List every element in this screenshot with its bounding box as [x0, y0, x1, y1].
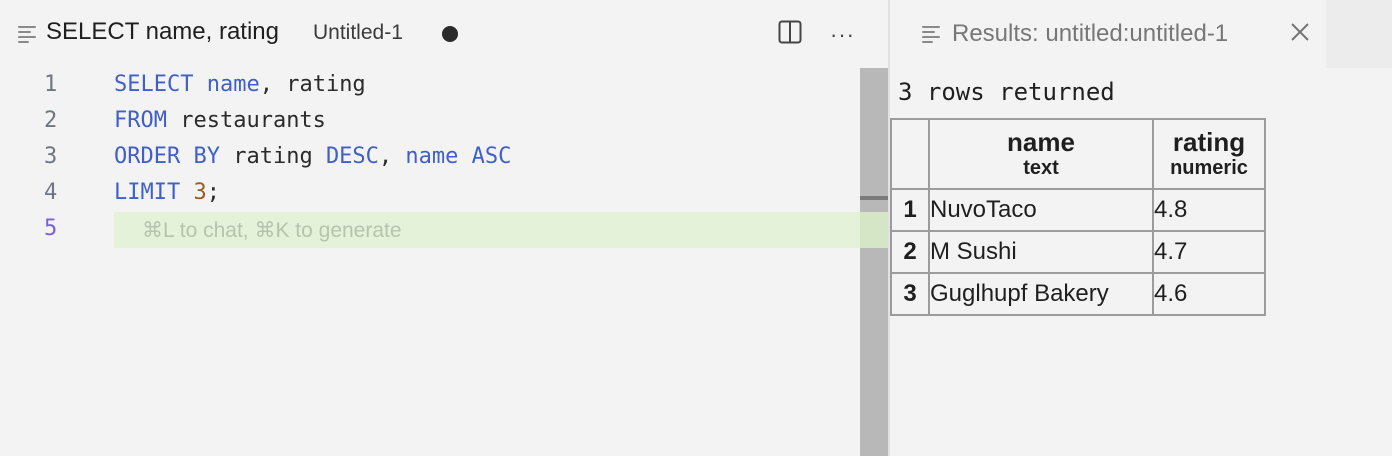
results-tab-bar-empty-area: [1326, 0, 1392, 68]
sql-keyword: SELECT: [114, 72, 194, 97]
tab-bar-empty-area: [478, 0, 888, 68]
line-number: 4: [44, 180, 58, 205]
line-number: 2: [44, 108, 58, 133]
editor-tab-title: SELECT name, rating: [46, 18, 280, 45]
table-header-row: name text rating numeric: [890, 118, 1266, 190]
row-index: 3: [890, 272, 930, 316]
code-line-3[interactable]: ORDER BY rating DESC, name ASC: [114, 144, 511, 169]
cell-rating[interactable]: 4.6: [1152, 272, 1266, 316]
code-text: restaurants: [166, 108, 326, 133]
results-tab[interactable]: Results: untitled:untitled-1: [890, 0, 1326, 68]
row-index: 1: [890, 188, 930, 232]
sql-identifier: name: [206, 72, 260, 97]
lines-icon: [922, 26, 940, 43]
code-text: ,: [378, 144, 406, 169]
column-header-name[interactable]: name text: [928, 118, 1154, 190]
table-row[interactable]: 1 NuvoTaco 4.8: [890, 188, 1266, 232]
row-index-header: [890, 118, 930, 190]
code-line-4[interactable]: LIMIT 3;: [114, 180, 220, 205]
more-actions-icon[interactable]: ···: [830, 22, 855, 48]
sql-number: 3: [193, 180, 207, 205]
code-text: , rating: [259, 72, 366, 97]
cell-name[interactable]: Guglhupf Bakery: [928, 272, 1154, 316]
code-text: rating: [219, 144, 326, 169]
sql-keyword: ASC: [471, 144, 512, 169]
column-name: rating: [1172, 127, 1246, 157]
scrollbar-cursor-marker: [860, 196, 888, 200]
editor-scrollbar[interactable]: [860, 68, 888, 456]
sql-identifier: name: [405, 144, 459, 169]
sql-keyword: LIMIT: [114, 180, 181, 205]
cell-rating[interactable]: 4.7: [1152, 230, 1266, 274]
line-number-active: 5: [44, 216, 58, 241]
sql-keyword: ORDER BY: [114, 144, 220, 169]
code-line-1[interactable]: SELECT name, rating: [114, 72, 366, 97]
line-number: 3: [44, 144, 58, 169]
column-type: text: [1023, 157, 1059, 179]
split-editor-icon[interactable]: [778, 20, 802, 44]
code-text: ;: [206, 180, 220, 205]
sql-editor: SELECT name, rating Untitled-1 ··· 1 2 3…: [0, 0, 888, 456]
editor-tab-filename: Untitled-1: [313, 21, 403, 44]
rows-returned-label: 3 rows returned: [898, 78, 1115, 106]
code-line-2[interactable]: FROM restaurants: [114, 108, 326, 133]
results-pane: Results: untitled:untitled-1 3 rows retu…: [890, 0, 1392, 456]
cell-name[interactable]: NuvoTaco: [928, 188, 1154, 232]
table-row[interactable]: 3 Guglhupf Bakery 4.6: [890, 272, 1266, 316]
editor-tab[interactable]: SELECT name, rating Untitled-1: [0, 0, 478, 68]
column-header-rating[interactable]: rating numeric: [1152, 118, 1266, 190]
scrollbar-highlight-marker: [860, 212, 888, 248]
column-type: numeric: [1170, 157, 1248, 179]
sql-keyword: FROM: [114, 108, 167, 133]
cell-rating[interactable]: 4.8: [1152, 188, 1266, 232]
line-number: 1: [44, 72, 58, 97]
lines-icon: [18, 26, 36, 43]
sql-keyword: DESC: [325, 144, 379, 169]
results-tab-title: Results: untitled:untitled-1: [952, 20, 1229, 47]
cell-name[interactable]: M Sushi: [928, 230, 1154, 274]
close-icon[interactable]: [1288, 20, 1312, 44]
unsaved-dot-icon[interactable]: [442, 26, 458, 42]
editor-tab-bar: SELECT name, rating Untitled-1 ···: [0, 0, 888, 68]
row-index: 2: [890, 230, 930, 274]
column-name: name: [1007, 127, 1075, 157]
ai-hint-text: ⌘L to chat, ⌘K to generate: [142, 219, 402, 242]
table-row[interactable]: 2 M Sushi 4.7: [890, 230, 1266, 274]
results-table: name text rating numeric 1 NuvoTaco 4.8 …: [890, 118, 1266, 316]
